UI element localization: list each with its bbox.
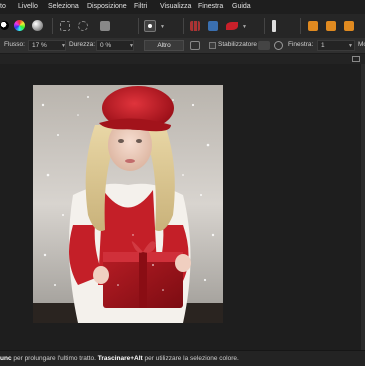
menu-select[interactable]: Seleziona xyxy=(48,3,79,10)
ellipse-marquee-icon[interactable] xyxy=(78,21,88,31)
rope-mode-icon[interactable] xyxy=(258,41,270,50)
vertical-scrollbar[interactable] xyxy=(361,64,365,350)
tone-icon[interactable] xyxy=(32,20,43,31)
document-tab-strip xyxy=(0,54,365,64)
stabilizer-label: Stabilizzatore xyxy=(218,41,258,48)
hardness-value: 0 % xyxy=(100,42,112,49)
menu-help[interactable]: Guida xyxy=(232,3,251,10)
menu-filters[interactable]: Filtri xyxy=(134,3,147,10)
persona-icon[interactable] xyxy=(0,21,9,30)
chevron-down-icon[interactable]: ▼ xyxy=(348,43,353,49)
status-key-1: unc xyxy=(0,355,12,362)
toolbar-separator xyxy=(183,18,184,34)
context-toolbar: Flusso: 17 % ▼ Durezza: 0 % ▼ Altro Stab… xyxy=(0,38,365,54)
menu-file[interactable]: to xyxy=(0,3,6,10)
chevron-down-icon[interactable]: ▼ xyxy=(129,43,134,49)
menu-bar: to Livello Seleziona Disposizione Filtri… xyxy=(0,0,365,14)
toolbar-separator xyxy=(52,18,53,34)
pencil-icon[interactable] xyxy=(272,20,276,32)
toolbar-separator xyxy=(264,18,265,34)
arrange-back-icon[interactable] xyxy=(326,21,336,31)
stabilizer-checkbox[interactable] xyxy=(209,42,216,49)
chevron-down-icon[interactable]: ▼ xyxy=(61,43,66,49)
window-label: Finestra: xyxy=(288,41,314,48)
photo-image xyxy=(33,85,223,323)
mode-label: Mo xyxy=(358,41,365,48)
more-button[interactable]: Altro xyxy=(144,40,184,51)
main-toolbar: ▼ ▼ xyxy=(0,14,365,39)
status-text-2: per utilizzare la selezione colore. xyxy=(142,355,239,362)
menu-view[interactable]: Visualizza xyxy=(160,3,191,10)
color-wheel-icon[interactable] xyxy=(14,20,25,31)
arrange-front-icon[interactable] xyxy=(344,21,354,31)
toolbar-separator xyxy=(300,18,301,34)
toolbar-separator xyxy=(138,18,139,34)
mask-icon[interactable] xyxy=(144,20,156,32)
panel-toggle-icon[interactable] xyxy=(352,56,360,62)
paint-icon[interactable] xyxy=(208,21,218,31)
flow-value: 17 % xyxy=(32,42,47,49)
brush-icon[interactable] xyxy=(226,22,238,30)
status-hint: unc per prolungare l'ultimo tratto. Tras… xyxy=(0,355,239,362)
quick-mask-icon[interactable] xyxy=(190,21,200,31)
status-key-2: Trascinare+Alt xyxy=(97,355,143,362)
grid-icon[interactable] xyxy=(100,21,110,31)
chevron-down-icon[interactable]: ▼ xyxy=(160,24,165,30)
canvas-photo[interactable] xyxy=(33,85,223,323)
menu-window[interactable]: Finestra xyxy=(198,3,223,10)
arrange-icon[interactable] xyxy=(308,21,318,31)
chevron-down-icon[interactable]: ▼ xyxy=(242,24,247,30)
status-bar: unc per prolungare l'ultimo tratto. Tras… xyxy=(0,350,365,366)
status-text-1: per prolungare l'ultimo tratto. xyxy=(11,355,98,362)
marquee-icon[interactable] xyxy=(60,21,70,31)
menu-arrange[interactable]: Disposizione xyxy=(87,3,127,10)
flow-label: Flusso: xyxy=(4,41,25,48)
window-value: 1 xyxy=(321,42,325,49)
hardness-label: Durezza: xyxy=(69,41,96,48)
window-mode-icon[interactable] xyxy=(274,41,283,50)
edit-icon[interactable] xyxy=(190,41,200,50)
menu-layer[interactable]: Livello xyxy=(18,3,38,10)
